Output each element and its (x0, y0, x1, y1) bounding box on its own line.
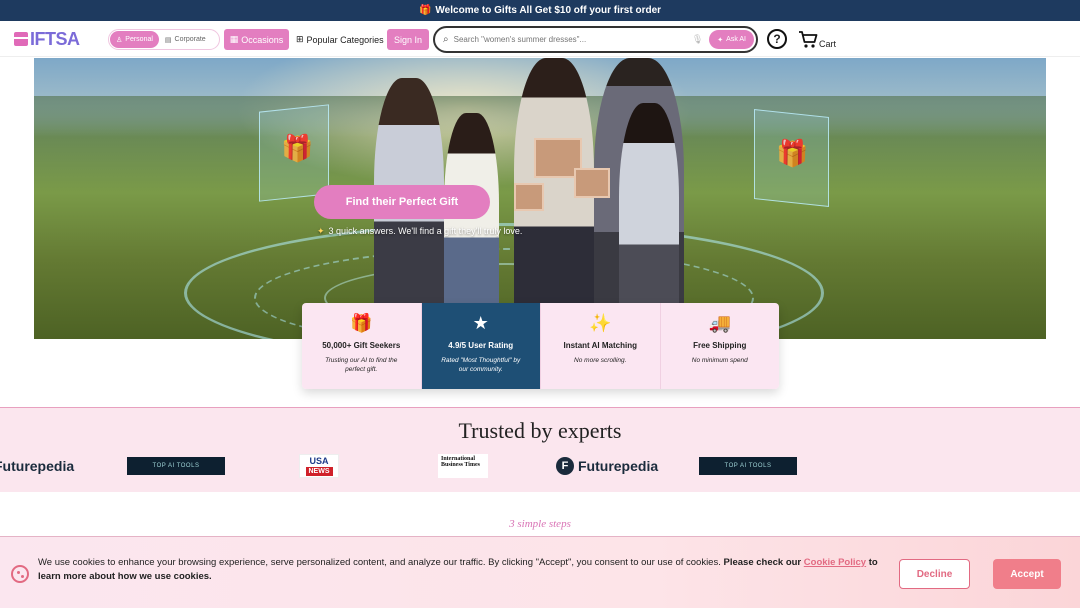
calendar-icon: ▦ (229, 34, 239, 44)
find-gift-button[interactable]: Find their Perfect Gift (314, 185, 490, 219)
topai-text: TOP AI TOOLS (127, 457, 225, 475)
cookie-banner: We use cookies to enhance your browsing … (0, 536, 1080, 608)
hero-banner: 🎁 🎁 Find their Perfect Gift ✦ 3 quick an… (34, 58, 1046, 339)
audience-toggle: ♙ Personal ▤ Corporate (108, 29, 220, 50)
search-input[interactable] (453, 35, 692, 44)
ibt-text: International Business Times (438, 454, 488, 478)
topai-logo[interactable]: TOP AI TOOLS (127, 454, 225, 478)
hologram-gift-icon: 🎁 (281, 133, 314, 163)
gift-box-icon: 🎁 (350, 313, 373, 333)
usa-news-badge: USA NEWS (299, 454, 339, 478)
ask-ai-button[interactable]: ✦ Ask AI (709, 30, 754, 49)
decline-button[interactable]: Decline (899, 559, 970, 589)
futurepedia-text: Futurepedia (0, 458, 75, 474)
feature-title: Free Shipping (693, 341, 747, 350)
futurepedia-text: Futurepedia (578, 458, 659, 474)
announcement-bar: 🎁 Welcome to Gifts All Get $10 off your … (0, 0, 1080, 21)
gift-icon: 🎁 (418, 5, 432, 16)
segment-corporate-label: Corporate (174, 36, 206, 43)
cta-subtext: ✦ 3 quick answers. We'll find a gift the… (317, 226, 522, 237)
steps-label: 3 simple steps (509, 518, 571, 530)
futurepedia-logo[interactable]: Futurepedia (0, 454, 74, 478)
gift-box (574, 168, 610, 198)
futurepedia-f-icon: F (556, 457, 574, 475)
ai-sparkle-icon: ✨ (589, 313, 612, 333)
site-header: IFTSA ♙ Personal ▤ Corporate ▦ Occasions… (0, 21, 1080, 57)
cart-icon (799, 31, 818, 48)
feature-title: 4.9/5 User Rating (448, 341, 514, 350)
trusted-title: Trusted by experts (458, 418, 622, 443)
accept-button[interactable]: Accept (993, 559, 1061, 589)
press-logos: Futurepedia TOP AI TOOLS USA NEWS Intern… (0, 454, 1080, 480)
cart-button[interactable]: Cart (798, 29, 836, 49)
feature-desc: Trusting our AI to find the perfect gift… (325, 357, 398, 373)
grid-icon: ⊞ (296, 34, 304, 44)
gift-box (514, 183, 544, 211)
ibt-logo[interactable]: International Business Times (438, 454, 488, 478)
feature-card-free-shipping: 🚚 Free Shipping No minimum spend (660, 303, 779, 389)
person-icon: ♙ (116, 36, 123, 44)
usa-news-logo[interactable]: USA NEWS (299, 454, 339, 478)
cookie-icon (11, 565, 29, 583)
feature-title: Instant AI Matching (563, 341, 637, 350)
futurepedia-logo[interactable]: F Futurepedia (556, 454, 658, 478)
segment-personal-label: Personal (125, 36, 153, 43)
sparkle-icon: ✦ (717, 36, 724, 44)
sign-in-button[interactable]: Sign In (387, 29, 429, 50)
cookie-text: We use cookies to enhance your browsing … (38, 556, 888, 584)
logo-text: IFTSA (30, 28, 80, 49)
star-icon: ★ (472, 313, 489, 333)
help-button[interactable]: ? (767, 29, 787, 49)
occasions-label: Occasions (241, 34, 284, 45)
cookie-policy-link[interactable]: Cookie Policy (804, 557, 866, 568)
feature-card-user-rating: ★ 4.9/5 User Rating Rated "Most Thoughtf… (421, 303, 541, 389)
search-bar: ⌕ 🎙 ✦ Ask AI (433, 26, 758, 53)
feature-desc: No minimum spend (691, 357, 748, 364)
ask-ai-label: Ask AI (726, 36, 746, 43)
segment-personal[interactable]: ♙ Personal (110, 31, 159, 48)
segment-corporate[interactable]: ▤ Corporate (159, 31, 212, 48)
trusted-section: Trusted by experts Futurepedia TOP AI TO… (0, 407, 1080, 492)
logo[interactable]: IFTSA (14, 29, 80, 49)
building-icon: ▤ (164, 36, 172, 44)
usa-text: USA (309, 455, 329, 466)
hologram-gift-icon: 🎁 (776, 138, 809, 168)
logo-gift-icon (14, 32, 28, 46)
feature-card-gift-seekers: 🎁 50,000+ Gift Seekers Trusting our AI t… (302, 303, 422, 389)
feature-card-ai-matching: ✨ Instant AI Matching No more scrolling. (541, 303, 661, 389)
cookie-body: We use cookies to enhance your browsing … (38, 557, 724, 568)
popular-categories-label: Popular Categories (306, 34, 384, 45)
topai-text: TOP AI TOOLS (699, 457, 797, 475)
announcement-text: Welcome to Gifts All Get $10 off your fi… (435, 5, 662, 16)
truck-icon: 🚚 (708, 313, 731, 333)
sparkle-icon: ✦ (317, 226, 325, 236)
search-icon: ⌕ (443, 34, 449, 45)
cart-label: Cart (819, 39, 837, 49)
cookie-bold-1: Please check our (723, 557, 804, 568)
popular-categories-button[interactable]: ⊞ Popular Categories (296, 29, 384, 50)
feature-desc: No more scrolling. (574, 357, 627, 364)
question-mark-icon: ? (773, 32, 781, 46)
topai-logo[interactable]: TOP AI TOOLS (699, 454, 797, 478)
cta-subtext-label: 3 quick answers. We'll find a gift they'… (328, 226, 523, 236)
feature-desc: Rated "Most Thoughtful" by our community… (441, 357, 521, 373)
microphone-icon[interactable]: 🎙 (692, 34, 703, 45)
news-text: NEWS (305, 466, 333, 476)
feature-title: 50,000+ Gift Seekers (322, 341, 401, 350)
feature-cards: 🎁 50,000+ Gift Seekers Trusting our AI t… (302, 303, 779, 389)
occasions-button[interactable]: ▦ Occasions (224, 29, 289, 50)
